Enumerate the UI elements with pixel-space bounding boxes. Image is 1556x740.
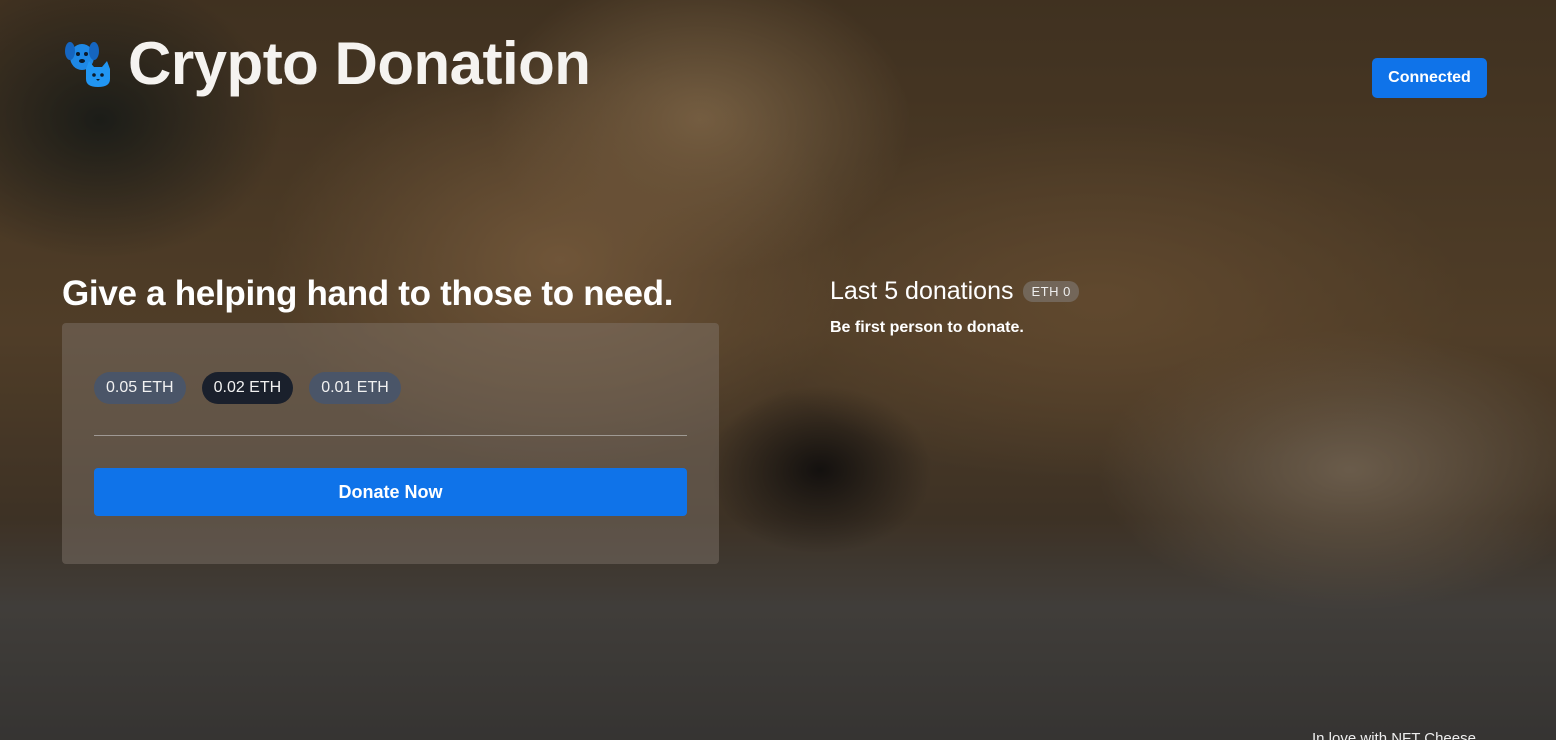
- hero-heading: Give a helping hand to those to need.: [62, 274, 674, 313]
- recent-donations: Last 5 donations ETH 0 Be first person t…: [830, 277, 1079, 337]
- amount-option-0-02-selected[interactable]: 0.02 ETH: [201, 372, 294, 404]
- donation-panel: 0.05 ETH 0.02 ETH 0.01 ETH Donate Now: [62, 323, 719, 564]
- donations-title-row: Last 5 donations ETH 0: [830, 277, 1079, 306]
- site-header: Crypto Donation: [62, 30, 591, 97]
- site-title: Crypto Donation: [128, 30, 591, 97]
- wallet-connected-button[interactable]: Connected: [1372, 58, 1487, 98]
- amount-options: 0.05 ETH 0.02 ETH 0.01 ETH: [94, 372, 687, 404]
- dog-cat-logo-icon: [65, 42, 110, 87]
- amount-option-0-01[interactable]: 0.01 ETH: [309, 372, 401, 404]
- donations-title: Last 5 donations: [830, 277, 1014, 305]
- footer-text: In love with NFT Cheese: [1312, 730, 1476, 740]
- total-eth-badge: ETH 0: [1023, 281, 1079, 302]
- amount-option-0-05[interactable]: 0.05 ETH: [94, 372, 186, 404]
- divider: [94, 435, 687, 436]
- empty-donations-message: Be first person to donate.: [830, 319, 1024, 336]
- donate-now-button[interactable]: Donate Now: [94, 468, 687, 516]
